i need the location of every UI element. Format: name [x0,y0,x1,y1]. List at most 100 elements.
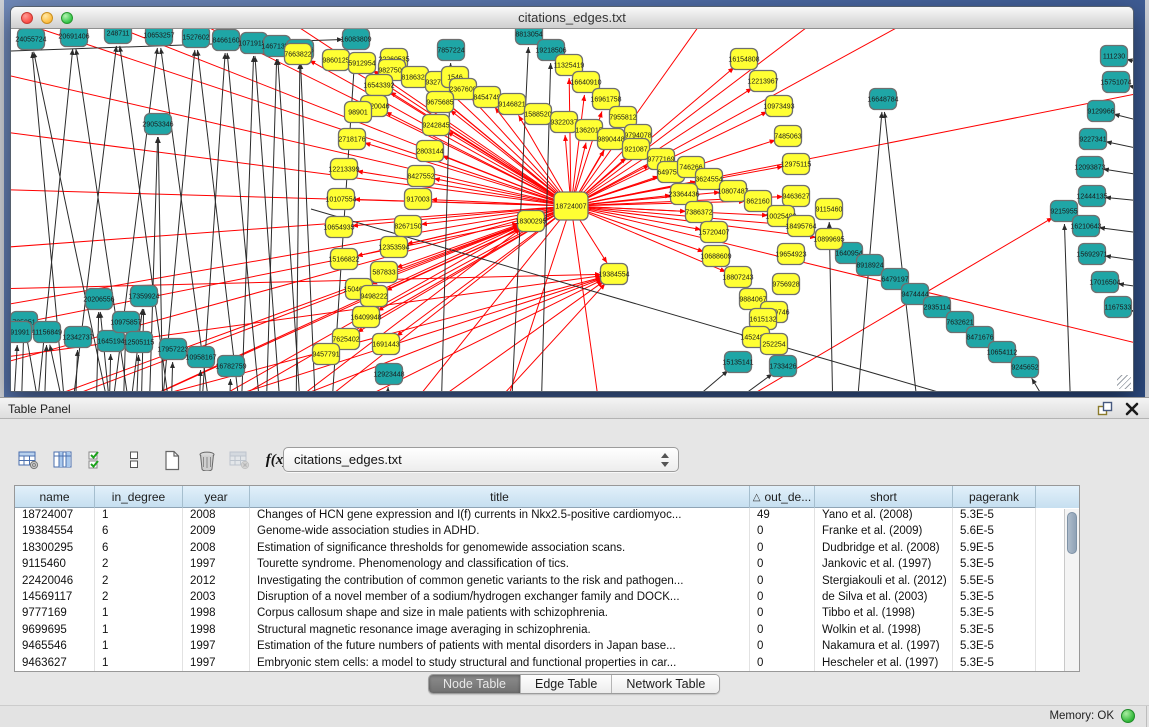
table-selector-dropdown[interactable]: citations_edges.txt [283,447,679,472]
graph-node[interactable]: 2803144 [416,141,443,162]
new-table-icon[interactable] [160,448,184,472]
graph-node[interactable]: 10653257 [143,29,174,46]
graph-node[interactable]: 9756928 [772,274,799,295]
table-cell[interactable]: 5.9E-5 [953,541,1036,557]
table-cell[interactable]: 22420046 [15,574,95,590]
table-cell[interactable]: 5.3E-5 [953,606,1036,622]
graph-node[interactable]: 17957223 [157,339,188,360]
tab-node-table[interactable]: Node Table [429,675,521,693]
table-cell[interactable]: 2 [95,590,183,606]
graph-node[interactable]: 16409948 [350,307,381,328]
table-cell[interactable]: 2008 [183,508,250,524]
table-cell[interactable]: 18724007 [15,508,95,524]
graph-node[interactable]: 9129966 [1087,101,1114,122]
table-cell[interactable]: 2008 [183,541,250,557]
table-cell[interactable]: de Silva et al. (2003) [815,590,953,606]
table-cell[interactable]: 5.6E-5 [953,524,1036,540]
table-cell[interactable]: 0 [750,590,815,606]
table-cell[interactable]: 5.3E-5 [953,508,1036,524]
graph-node[interactable]: 98901 [345,102,372,123]
graph-node[interactable]: 8918924 [856,255,883,276]
delete-table-icon[interactable] [195,448,219,472]
graph-node[interactable]: 1691443 [372,334,399,355]
graph-node[interactable]: 10688609 [700,246,731,267]
graph-node[interactable]: 20206556 [83,289,114,310]
table-cell[interactable]: Jankovic et al. (1997) [815,557,953,573]
table-row[interactable]: 1456911722003Disruption of a novel membe… [15,590,1079,606]
graph-node[interactable]: 15135141 [722,352,753,373]
window-resize-grip[interactable] [1117,375,1131,389]
table-cell[interactable]: 0 [750,606,815,622]
graph-node[interactable]: 20691406 [58,29,89,47]
graph-node[interactable]: 1733426 [769,356,796,377]
table-scrollbar-thumb[interactable] [1067,512,1077,554]
table-cell[interactable]: 5.3E-5 [953,623,1036,639]
graph-node[interactable]: 18300295 [515,211,546,232]
graph-node[interactable]: 15751074 [1100,72,1131,93]
table-cell[interactable]: 2 [95,574,183,590]
graph-node[interactable]: 1527602 [182,29,209,48]
graph-node[interactable]: 587833 [371,262,398,283]
table-cell[interactable]: Embryonic stem cells: a model to study s… [250,656,750,672]
table-cell[interactable]: Corpus callosum shape and size in male p… [250,606,750,622]
graph-node[interactable]: 12444135 [1076,186,1107,207]
graph-node[interactable]: 15720407 [698,222,729,243]
table-cell[interactable]: 2 [95,557,183,573]
table-cell[interactable]: 1 [95,656,183,672]
graph-node[interactable]: 10107554 [325,189,356,210]
table-row[interactable]: 1872400712008Changes of HCN gene express… [15,508,1079,524]
table-cell[interactable]: 2012 [183,574,250,590]
table-row[interactable]: 2242004622012Investigating the contribut… [15,574,1079,590]
graph-node[interactable]: 11156849 [32,322,62,343]
graph-node[interactable]: 9890448 [597,129,624,150]
graph-node[interactable]: 8267150 [394,216,421,237]
graph-node[interactable]: 9860125 [322,50,349,71]
table-cell[interactable]: Changes of HCN gene expression and I(f) … [250,508,750,524]
graph-node[interactable]: 19654923 [775,244,806,265]
graph-node[interactable]: 12975115 [781,154,812,175]
graph-node[interactable]: 10899695 [813,229,844,250]
table-cell[interactable]: 14569117 [15,590,95,606]
table-cell[interactable]: 2003 [183,590,250,606]
table-cell[interactable]: 0 [750,524,815,540]
table-cell[interactable]: 49 [750,508,815,524]
graph-node[interactable]: 12093873 [1074,157,1105,178]
table-cell[interactable]: 9699695 [15,623,95,639]
table-scrollbar[interactable] [1064,509,1079,672]
float-panel-icon[interactable] [1097,401,1113,417]
row-height-icon[interactable] [122,448,146,472]
graph-node[interactable]: 5912954 [348,53,375,74]
graph-node[interactable]: 9227341 [1079,129,1106,150]
tab-network-table[interactable]: Network Table [612,675,719,693]
graph-node[interactable]: 9457791 [312,344,339,365]
column-header-title[interactable]: title [250,486,750,508]
table-row[interactable]: 1938455462009Genome-wide association stu… [15,524,1079,540]
table-cell[interactable]: 6 [95,524,183,540]
graph-node[interactable]: 8427552 [407,166,434,187]
graph-node[interactable]: 12213399 [328,159,359,180]
table-cell[interactable]: 0 [750,656,815,672]
graph-node[interactable]: 917003 [405,189,432,210]
graph-node[interactable]: 8466160 [212,30,239,51]
table-cell[interactable]: Hescheler et al. (1997) [815,656,953,672]
table-cell[interactable]: Dudbridge et al. (2008) [815,541,953,557]
graph-node[interactable]: 16782759 [215,356,246,377]
graph-node[interactable]: 10973493 [763,96,794,117]
table-cell[interactable]: 1 [95,639,183,655]
table-cell[interactable]: 1998 [183,606,250,622]
graph-node[interactable]: 16154808 [728,49,759,70]
table-cell[interactable]: Investigating the contribution of common… [250,574,750,590]
graph-node[interactable]: 9245652 [1011,357,1038,378]
graph-node[interactable]: 1588520 [524,104,551,125]
column-header-pagerank[interactable]: pagerank [953,486,1036,508]
graph-node[interactable]: 16083809 [340,29,371,50]
table-cell[interactable]: Estimation of significance thresholds fo… [250,541,750,557]
table-cell[interactable]: 5.5E-5 [953,574,1036,590]
graph-node[interactable]: 252254 [761,334,788,355]
table-cell[interactable]: 5.3E-5 [953,639,1036,655]
table-cell[interactable]: Wolkin et al. (1998) [815,623,953,639]
graph-node[interactable]: 29053346 [142,114,173,135]
table-settings-icon[interactable] [16,448,40,472]
graph-node[interactable]: 10654935 [323,217,354,238]
graph-node[interactable]: 12342737 [62,327,93,348]
